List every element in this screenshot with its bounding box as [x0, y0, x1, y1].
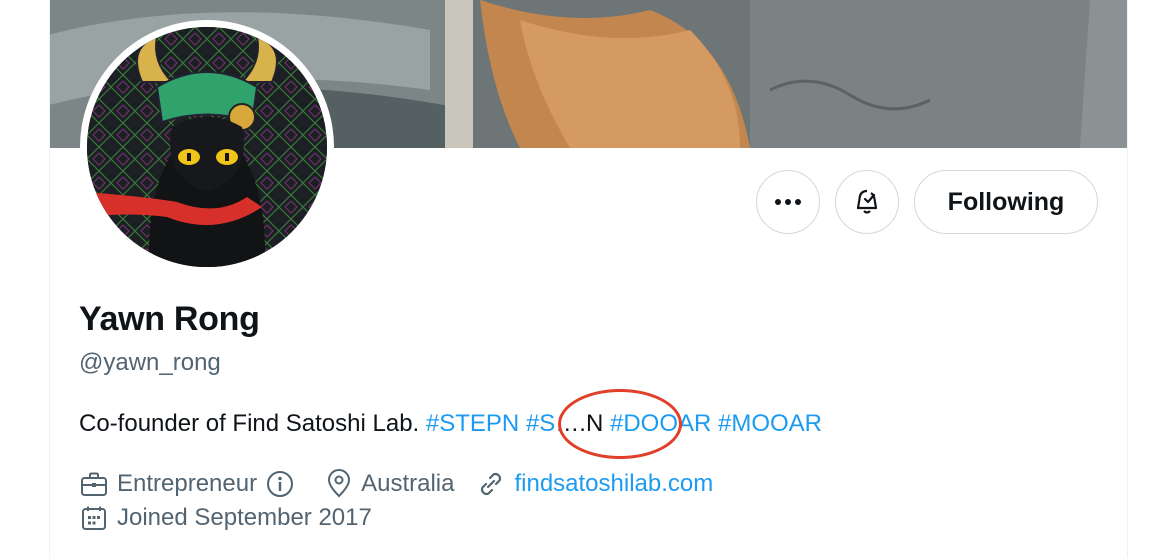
category-item: Entrepreneur: [79, 469, 303, 499]
briefcase-icon: [81, 472, 107, 496]
bell-icon: [856, 189, 878, 214]
right-border: [1127, 0, 1128, 558]
following-button[interactable]: Following: [914, 170, 1098, 234]
more-button[interactable]: [756, 170, 820, 234]
info-icon[interactable]: [265, 469, 295, 499]
category-label: Entrepreneur: [117, 470, 258, 497]
location-label: Australia: [361, 470, 455, 497]
cat-avatar-image: [87, 27, 327, 267]
more-icon: [775, 199, 801, 205]
profile-avatar[interactable]: [80, 20, 334, 274]
profile-bio: Co-founder of Find Satoshi Lab. #STEPN #…: [79, 410, 822, 438]
profile-name: Yawn Rong: [79, 300, 260, 338]
joined-row: Joined September 2017: [79, 501, 394, 535]
profile-handle: @yawn_rong: [79, 349, 221, 376]
hashtag-s[interactable]: #S: [526, 410, 555, 437]
bio-text: Co-founder of Find Satoshi Lab.: [79, 410, 420, 437]
joined-label: Joined September 2017: [117, 504, 372, 531]
notifications-button[interactable]: [835, 170, 899, 234]
website-item[interactable]: findsatoshilab.com: [476, 469, 713, 499]
hashtag-stepn[interactable]: #STEPN: [426, 410, 519, 437]
annotation-circle: [558, 389, 682, 459]
calendar-icon: [82, 506, 106, 530]
joined-item: Joined September 2017: [79, 503, 372, 533]
link-icon: [481, 472, 502, 496]
profile-meta-row: Entrepreneur Australia findsatoshilab.co…: [79, 467, 735, 501]
website-link[interactable]: findsatoshilab.com: [514, 470, 713, 498]
location-item: Australia: [325, 469, 454, 499]
location-pin-icon: [328, 469, 351, 498]
hashtag-mooar[interactable]: #MOOAR: [718, 410, 822, 437]
